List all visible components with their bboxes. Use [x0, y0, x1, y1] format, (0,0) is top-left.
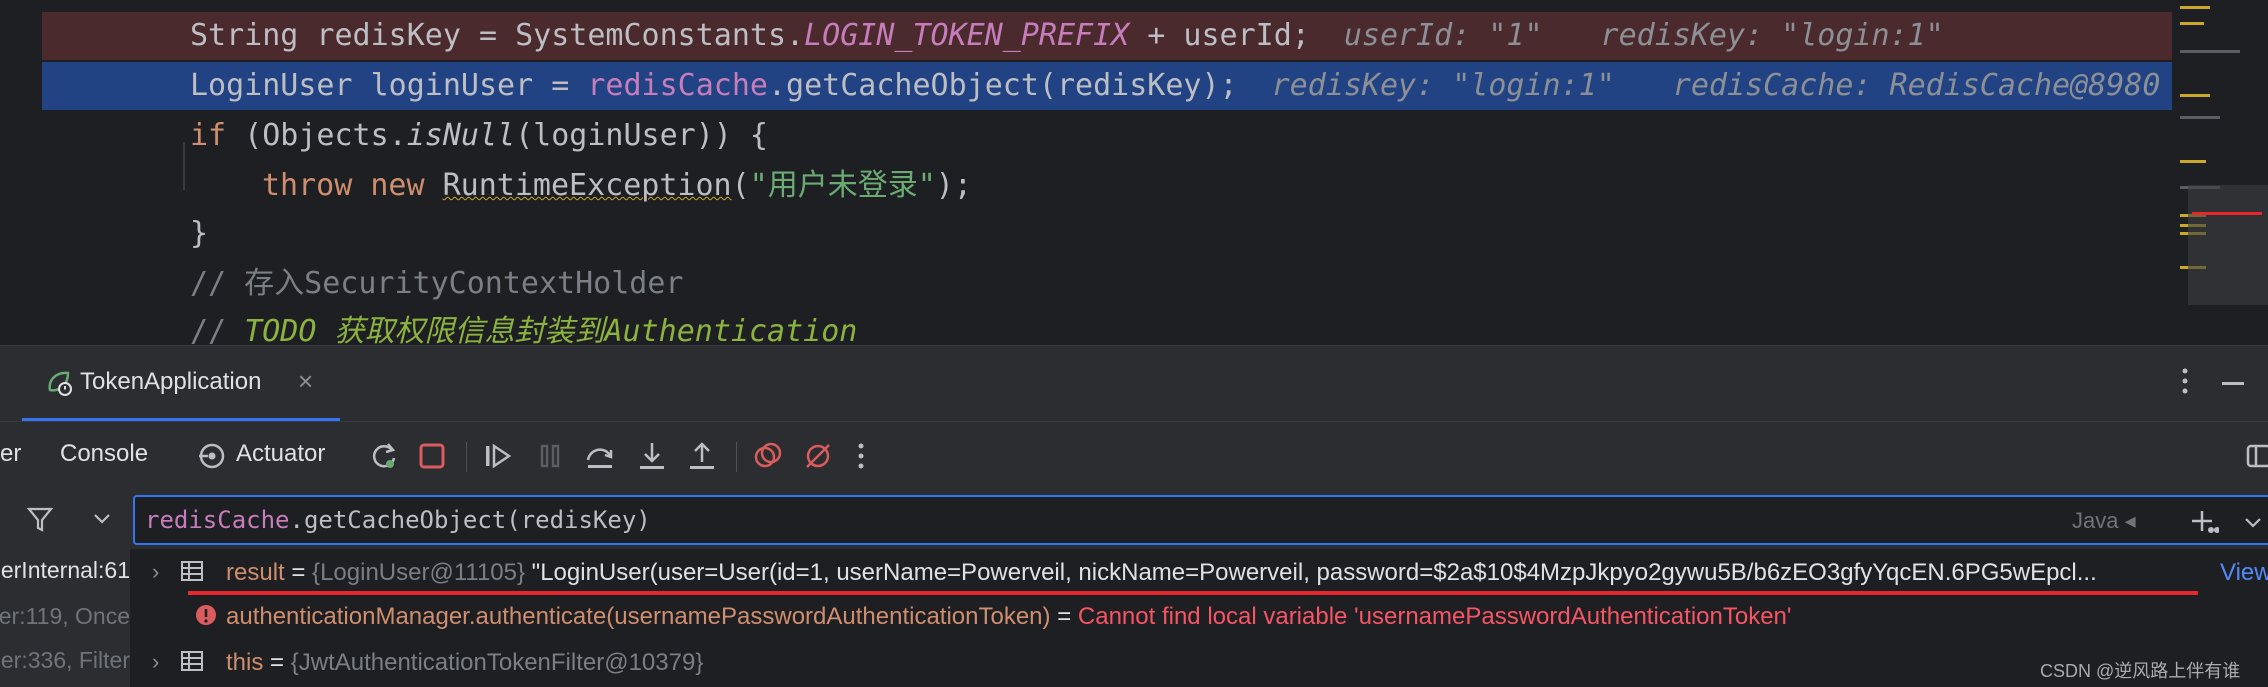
layout-icon[interactable]	[2246, 440, 2268, 472]
code-text: .getCacheObject(redisKey);	[767, 68, 1238, 103]
debug-toolbar: er Console Actuator	[0, 421, 2268, 491]
code-line[interactable]: throw new RuntimeException("用户未登录");	[42, 162, 2202, 210]
editor-minimap[interactable]	[2172, 0, 2268, 345]
code-text: + userId;	[1129, 18, 1310, 53]
code-comment: //	[190, 314, 245, 345]
inline-debug-hint: redisKey: "login:1"	[1600, 18, 1944, 53]
expand-arrow-icon[interactable]: ›	[152, 649, 159, 675]
code-text: (loginUser)) {	[515, 118, 768, 153]
tab-token-application[interactable]: TokenApplication ×	[22, 346, 340, 422]
expression-field: redisCache	[145, 506, 290, 534]
code-line-current-execution[interactable]: LoginUser loginUser = redisCache.getCach…	[42, 62, 2202, 110]
view-breakpoints-icon[interactable]	[752, 440, 784, 472]
code-text: LoginUser loginUser =	[190, 68, 588, 103]
error-message: Cannot find local variable 'usernamePass…	[1077, 603, 1792, 630]
tab-debugger[interactable]: er	[0, 440, 21, 468]
tree-node-error[interactable]: authenticationManager.authenticate(usern…	[130, 595, 2268, 639]
step-over-icon[interactable]	[584, 440, 616, 472]
expression-text: .getCacheObject(redisKey)	[289, 506, 651, 534]
expand-arrow-icon[interactable]: ›	[152, 559, 159, 585]
variable-name: result	[226, 559, 285, 586]
spring-debug-icon	[44, 368, 74, 398]
editor-gutter	[0, 0, 42, 345]
watermark: CSDN @逆风路上伴有谁	[2040, 661, 2241, 681]
variable-type: {LoginUser@11105}	[312, 559, 526, 586]
variable-type: {JwtAuthenticationTokenFilter@10379}	[290, 649, 704, 676]
actuator-icon	[196, 440, 228, 472]
frame-item[interactable]: er:119, Once	[0, 603, 130, 630]
toolbar-separator	[736, 442, 737, 472]
code-line[interactable]: // 存入SecurityContextHolder	[42, 260, 2202, 308]
expression-input[interactable]: redisCache.getCacheObject(redisKey) Java…	[133, 495, 2268, 545]
variable-value: "LoginUser(user=User(id=1, userName=Powe…	[525, 559, 2097, 586]
frame-item[interactable]: er:336, Filter	[1, 647, 130, 674]
code-text: String redisKey = SystemConstants.	[190, 18, 805, 53]
code-constant: LOGIN_TOKEN_PREFIX	[804, 18, 1130, 53]
code-comment: // 存入SecurityContextHolder	[190, 266, 684, 301]
tree-node-result[interactable]: › result = {LoginUser@11105} "LoginUser(…	[130, 551, 2268, 595]
variables-tree: › result = {LoginUser@11105} "LoginUser(…	[130, 549, 2268, 687]
chevron-down-icon[interactable]	[92, 509, 112, 529]
chevron-down-icon[interactable]	[2243, 513, 2263, 533]
toolbar-separator	[466, 442, 467, 472]
code-field: redisCache	[587, 68, 768, 103]
minimap-viewport[interactable]	[2188, 185, 2268, 305]
code-keyword: throw	[262, 168, 353, 203]
step-out-icon[interactable]	[686, 440, 718, 472]
more-options-icon[interactable]	[856, 440, 888, 472]
tab-console[interactable]: Console	[60, 440, 148, 468]
more-options-icon[interactable]	[2180, 366, 2190, 396]
stop-icon[interactable]	[416, 440, 448, 472]
code-line[interactable]: }	[42, 210, 2202, 258]
inline-debug-hint: redisKey: "login:1"	[1271, 68, 1615, 103]
frames-list: erInternal:61 er:119, Once er:336, Filte…	[0, 549, 130, 687]
inline-debug-hint: userId: "1"	[1343, 18, 1543, 53]
code-string: "用户未登录"	[749, 168, 936, 203]
view-link[interactable]: View	[2220, 559, 2268, 587]
pause-icon[interactable]	[534, 440, 566, 472]
resume-icon[interactable]	[482, 440, 514, 472]
code-text: }	[190, 216, 209, 251]
equals-sign: =	[1050, 603, 1078, 630]
table-icon	[180, 649, 204, 673]
code-keyword: new	[352, 168, 443, 203]
rerun-icon[interactable]	[368, 440, 400, 472]
table-icon	[180, 559, 204, 583]
code-todo: TODO 获取权限信息封装到Authentication	[244, 314, 858, 345]
add-watch-icon[interactable]	[2189, 507, 2219, 537]
code-line[interactable]: // TODO 获取权限信息封装到Authentication	[42, 308, 2202, 345]
code-keyword: if	[190, 118, 227, 153]
language-selector[interactable]: Java ◂	[2072, 508, 2136, 534]
evaluate-expression-bar: redisCache.getCacheObject(redisKey) Java…	[0, 491, 2268, 549]
inline-debug-hint: redisCache: RedisCache@8980	[1672, 68, 2161, 103]
code-method: isNull	[406, 118, 516, 153]
code-text: (Objects.	[226, 118, 407, 153]
expression-name: authenticationManager.authenticate(usern…	[226, 603, 1051, 630]
code-line-redis-key[interactable]: String redisKey = SystemConstants.LOGIN_…	[42, 12, 2202, 60]
tree-node-this[interactable]: › this = {JwtAuthenticationTokenFilter@1…	[130, 641, 2268, 685]
minimize-icon[interactable]	[2222, 382, 2244, 385]
code-class: RuntimeException	[442, 168, 732, 203]
tab-actuator[interactable]: Actuator	[236, 440, 325, 468]
code-text: );	[935, 168, 972, 203]
mute-breakpoints-icon[interactable]	[802, 440, 834, 472]
close-icon[interactable]: ×	[298, 366, 313, 397]
step-into-icon[interactable]	[636, 440, 668, 472]
variable-name: this	[226, 649, 264, 676]
run-tool-window-header: TokenApplication ×	[0, 345, 2268, 422]
code-text: (	[731, 168, 750, 203]
equals-sign: =	[263, 649, 291, 676]
frame-item[interactable]: erInternal:61	[1, 557, 130, 584]
code-editor[interactable]: String redisKey = SystemConstants.LOGIN_…	[0, 0, 2268, 345]
tab-label: TokenApplication	[80, 368, 262, 395]
annotation-underline	[188, 591, 2198, 595]
filter-icon[interactable]	[26, 505, 54, 533]
error-icon	[194, 603, 218, 627]
code-line[interactable]: if (Objects.isNull(loginUser)) {	[42, 112, 2202, 160]
equals-sign: =	[284, 559, 313, 586]
